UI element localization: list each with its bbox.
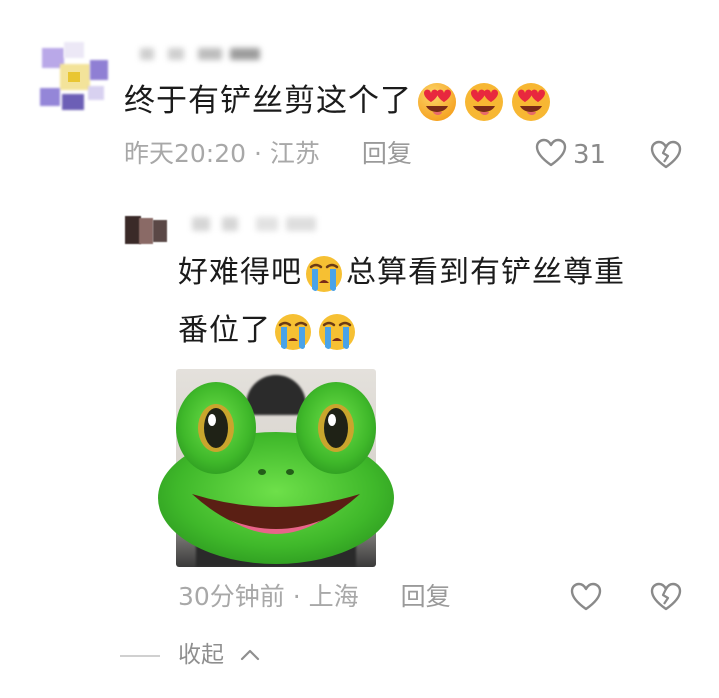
- loudly-crying-emoji: [316, 311, 358, 353]
- comment-meta: 昨天20:20 · 江苏 回复: [124, 137, 412, 171]
- heart-outline-icon[interactable]: [535, 138, 567, 172]
- reply-text-part3: 番位了: [178, 313, 271, 348]
- reply-username-blurred[interactable]: [186, 214, 326, 234]
- chevron-up-icon[interactable]: [240, 646, 260, 665]
- reply-text-line2: 番位了: [178, 309, 359, 353]
- reply-like-button[interactable]: [570, 582, 602, 616]
- reply-button[interactable]: 回复: [362, 139, 412, 168]
- comment-text: 终于有铲丝剪这个了: [124, 78, 553, 124]
- username-blurred[interactable]: [138, 44, 268, 64]
- like-count: 31: [573, 140, 607, 170]
- reply-text-line1: 好难得吧 总算看到有铲丝尊重: [178, 251, 625, 295]
- reply-text-part2: 总算看到有铲丝尊重: [346, 255, 625, 290]
- reply-text-part1: 好难得吧: [178, 255, 302, 290]
- comment-time-location: 昨天20:20 · 江苏: [124, 139, 320, 168]
- broken-heart-icon[interactable]: [650, 140, 682, 174]
- loudly-crying-emoji: [303, 253, 345, 295]
- heart-eyes-emoji: [462, 79, 506, 123]
- reply-meta: 30分钟前 · 上海 回复: [178, 580, 451, 614]
- heart-eyes-emoji: [509, 79, 553, 123]
- comment-text-body: 终于有铲丝剪这个了: [124, 83, 412, 119]
- reply-to-reply-button[interactable]: 回复: [401, 582, 451, 611]
- frog-face-overlay: [150, 370, 402, 570]
- reply-avatar[interactable]: [125, 216, 169, 246]
- heart-outline-icon[interactable]: [570, 582, 602, 616]
- reply-dislike-button[interactable]: [650, 582, 682, 616]
- dislike-button[interactable]: [650, 140, 682, 174]
- loudly-crying-emoji: [272, 311, 314, 353]
- avatar[interactable]: [38, 42, 110, 114]
- reply-time-location: 30分钟前 · 上海: [178, 582, 359, 611]
- heart-eyes-emoji: [415, 79, 459, 123]
- like-button[interactable]: 31: [535, 138, 607, 172]
- collapse-divider: [120, 655, 160, 657]
- broken-heart-icon[interactable]: [650, 582, 682, 616]
- collapse-button[interactable]: 收起: [178, 639, 224, 671]
